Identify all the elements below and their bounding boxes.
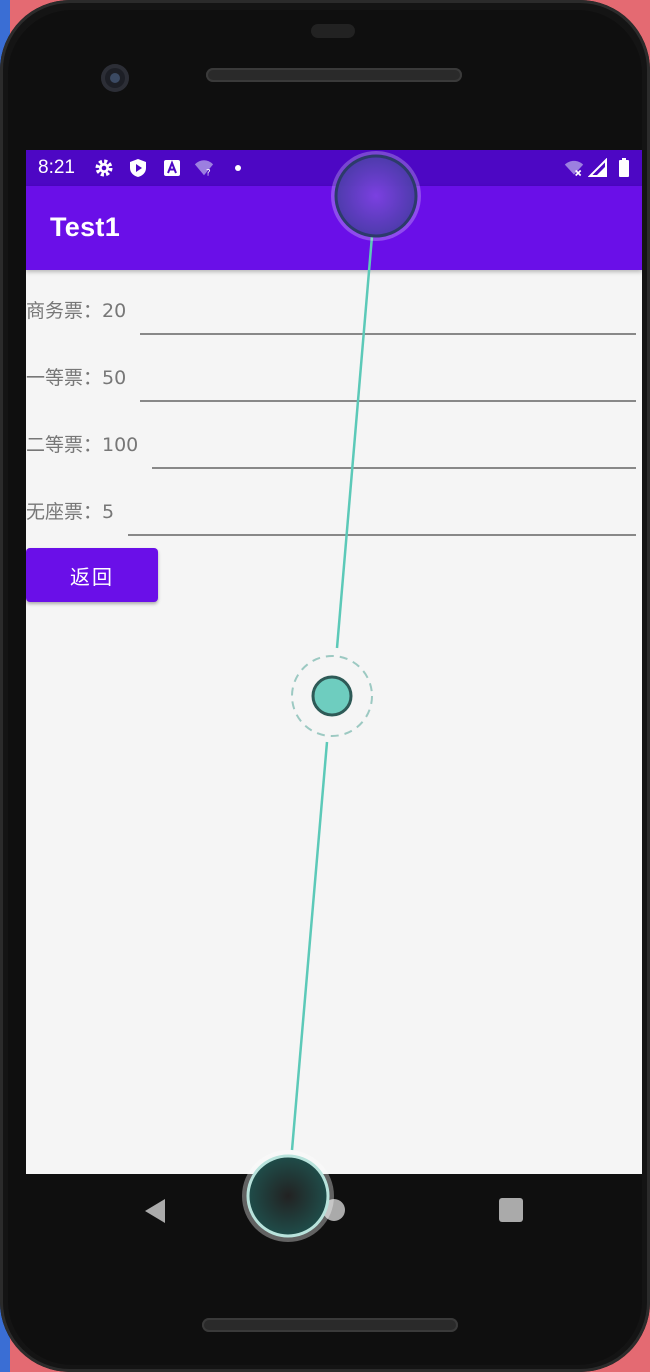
field-second-class-ticket[interactable]: 二等票：100 <box>26 424 642 469</box>
recent-square-icon[interactable] <box>499 1198 523 1222</box>
bottom-speaker <box>202 1318 458 1332</box>
navigation-bar <box>26 1174 642 1246</box>
top-speaker <box>206 68 462 82</box>
field-underline <box>140 333 636 335</box>
svg-text:?: ? <box>206 168 211 178</box>
status-bar: 8:21 ? <box>26 150 642 186</box>
back-button[interactable]: 返回 <box>26 548 158 602</box>
back-triangle-icon[interactable] <box>143 1198 167 1228</box>
app-bar: Test1 <box>26 186 642 270</box>
field-first-class-ticket[interactable]: 一等票：50 <box>26 357 642 402</box>
home-circle-icon[interactable] <box>323 1199 345 1221</box>
signal-icon <box>588 158 608 178</box>
a-box-icon <box>162 158 182 178</box>
field-label: 一等票：50 <box>26 367 127 389</box>
page-title: Test1 <box>50 212 121 242</box>
status-time: 8:21 <box>38 157 75 178</box>
gear-icon <box>94 158 114 178</box>
field-label: 无座票：5 <box>26 501 115 523</box>
phone-frame: 8:21 ? Test1 商务票：20 一等票：50 二等票：100 无座票：5… <box>0 0 650 1372</box>
field-underline <box>128 534 636 536</box>
field-underline <box>140 400 636 402</box>
earpiece <box>311 24 355 38</box>
field-no-seat-ticket[interactable]: 无座票：5 <box>26 491 642 536</box>
wifi-off-icon <box>564 158 584 178</box>
dot-icon <box>228 158 248 178</box>
wifi-question-icon: ? <box>194 158 214 178</box>
field-label: 商务票：20 <box>26 300 127 322</box>
shield-play-icon <box>128 158 148 178</box>
field-label: 二等票：100 <box>26 434 139 456</box>
battery-icon <box>614 158 634 178</box>
app-screen: 8:21 ? Test1 商务票：20 一等票：50 二等票：100 无座票：5… <box>26 150 642 1174</box>
field-business-ticket[interactable]: 商务票：20 <box>26 290 642 335</box>
front-camera-icon <box>101 64 129 92</box>
field-underline <box>152 467 636 469</box>
